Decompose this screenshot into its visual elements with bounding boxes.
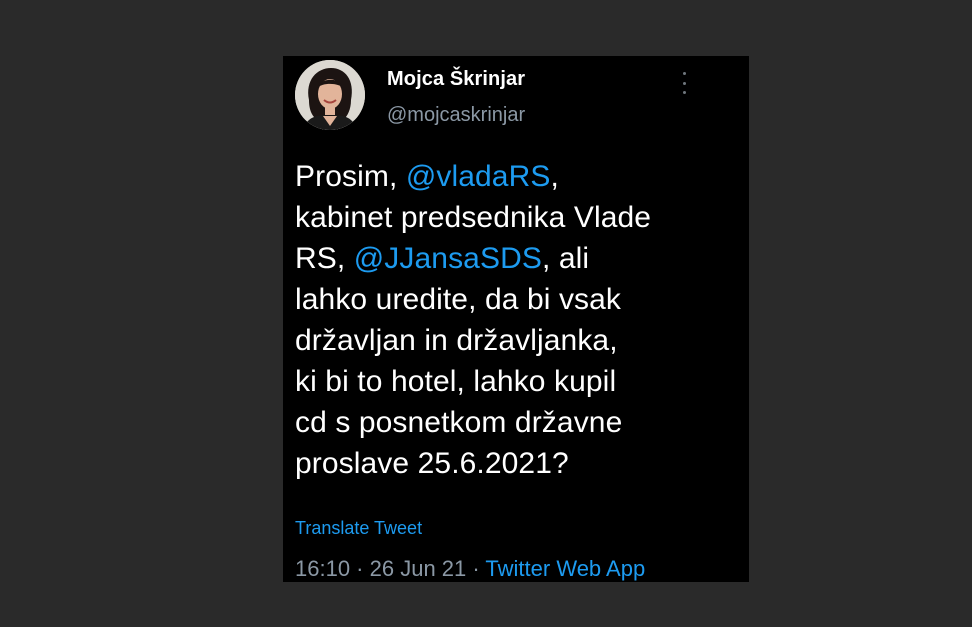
tweet-meta: 16:10 · 26 Jun 21 · Twitter Web App (295, 556, 645, 582)
tweet-line: ki bi to hotel, lahko kupil (295, 361, 735, 402)
tweet-text-segment: Prosim, (295, 160, 406, 193)
avatar-image (295, 60, 365, 130)
tweet-line: lahko uredite, da bi vsak (295, 279, 735, 320)
tweet-date[interactable]: 26 Jun 21 (370, 556, 467, 581)
tweet-text-segment: cd s posnetkom državne (295, 406, 623, 439)
tweet-text-segment: državljan in državljanka, (295, 324, 618, 357)
tweet-text: Prosim, @vladaRS, kabinet predsednika Vla… (295, 156, 735, 484)
tweet-text-segment: RS, (295, 242, 354, 275)
mention-link[interactable]: @vladaRS (406, 160, 551, 193)
more-dot (682, 81, 686, 85)
mention-link[interactable]: @JJansaSDS (354, 242, 542, 275)
tweet-line: Prosim, @vladaRS, (295, 156, 735, 197)
author-handle[interactable]: @mojcaskrinjar (387, 104, 525, 127)
tweet-source-link[interactable]: Twitter Web App (485, 556, 645, 581)
meta-separator: · (350, 556, 370, 581)
tweet-text-segment: proslave 25.6.2021? (295, 447, 569, 480)
tweet-line: proslave 25.6.2021? (295, 443, 735, 484)
tweet-text-segment: ki bi to hotel, lahko kupil (295, 365, 617, 398)
tweet-line: državljan in državljanka, (295, 320, 735, 361)
avatar[interactable] (295, 60, 365, 130)
tweet-text-segment: , ali (541, 242, 590, 275)
meta-separator: · (466, 556, 486, 581)
more-dot (682, 72, 686, 75)
tweet-line: RS, @JJansaSDS, ali (295, 238, 735, 279)
tweet-card: Mojca Škrinjar @mojcaskrinjar Prosim, @v… (283, 56, 749, 582)
screenshot-stage: Mojca Škrinjar @mojcaskrinjar Prosim, @v… (0, 0, 972, 627)
translate-tweet-link[interactable]: Translate Tweet (295, 518, 422, 539)
author-display-name[interactable]: Mojca Škrinjar (387, 68, 525, 91)
more-vertical-icon[interactable] (676, 72, 692, 94)
more-dot (682, 91, 686, 94)
tweet-time[interactable]: 16:10 (295, 556, 350, 581)
tweet-text-segment: kabinet predsednika Vlade (295, 201, 652, 234)
tweet-text-segment: , (550, 160, 559, 193)
tweet-text-segment: lahko uredite, da bi vsak (295, 283, 622, 316)
tweet-line: cd s posnetkom državne (295, 402, 735, 443)
tweet-line: kabinet predsednika Vlade (295, 197, 735, 238)
